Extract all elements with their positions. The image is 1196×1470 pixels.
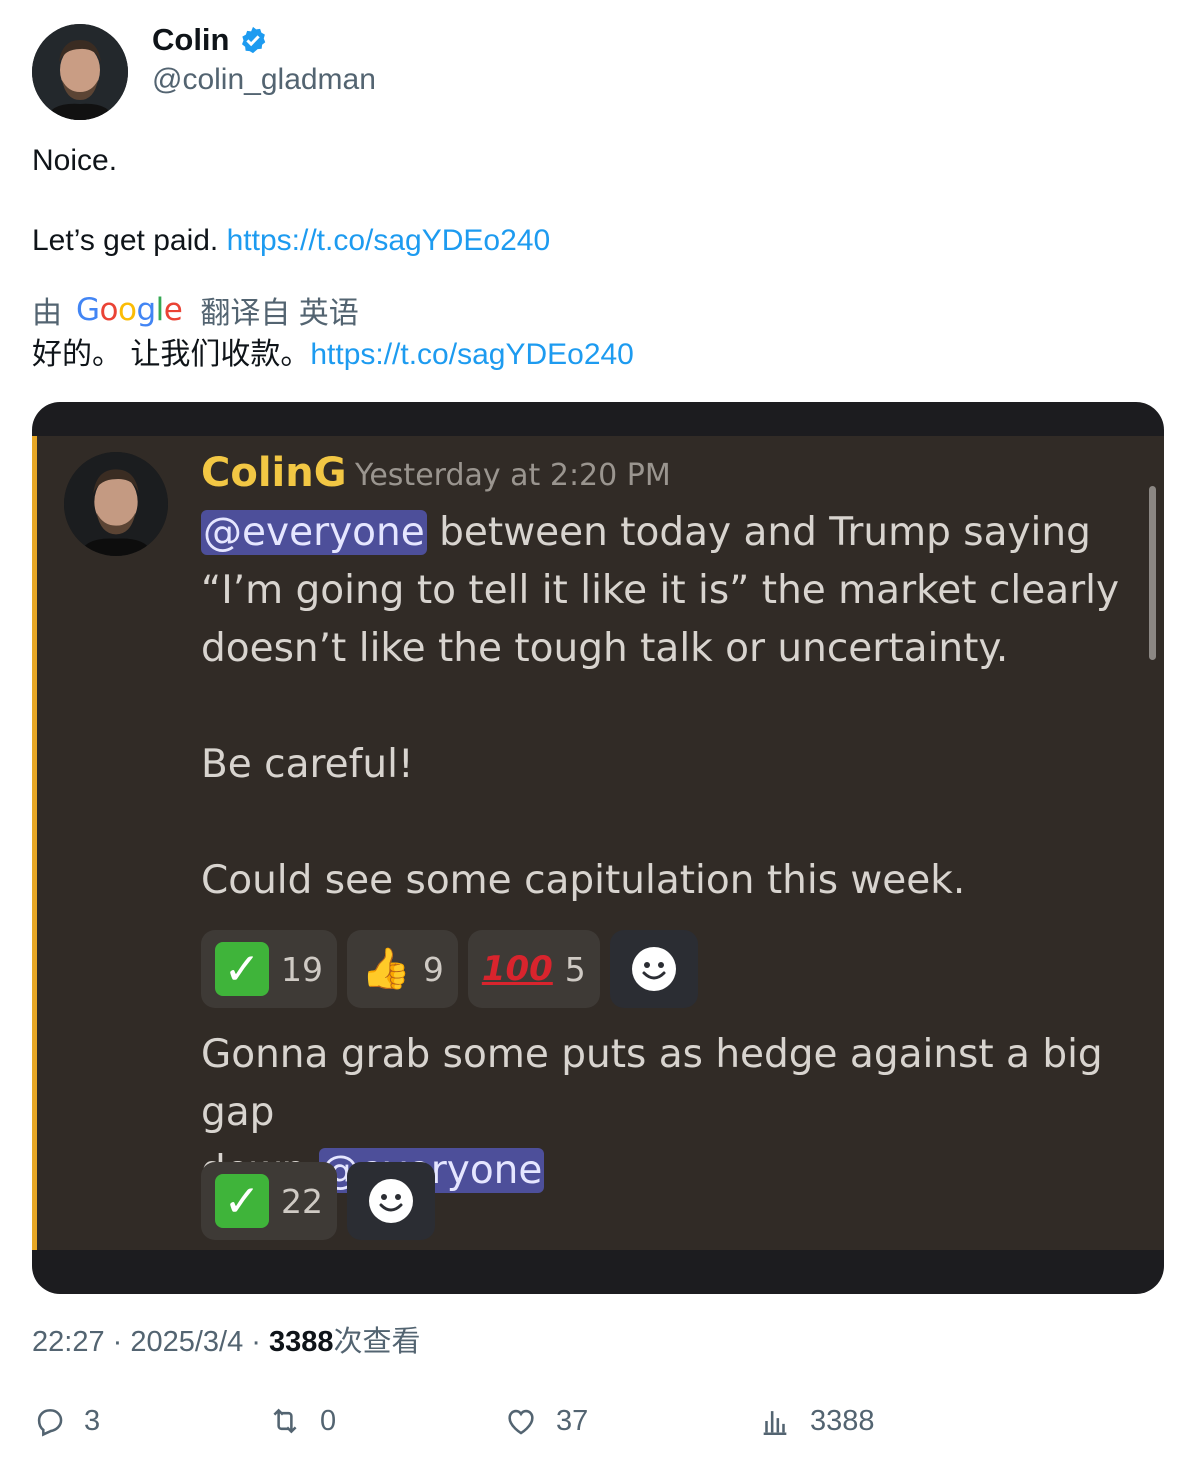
- repost-icon: [273, 1408, 297, 1434]
- translation-prefix: 由: [32, 297, 62, 330]
- tweet-text-line2: Let’s get paid. https://t.co/sagYDEo240: [32, 223, 550, 259]
- reaction-count: 9: [422, 949, 444, 989]
- discord-timestamp: Yesterday at 2:20 PM: [355, 458, 671, 493]
- like-count: 37: [556, 1404, 589, 1437]
- hundred-icon: 100: [481, 949, 553, 989]
- discord-message-panel: ColinG Yesterday at 2:20 PM @everyone be…: [32, 436, 1164, 1250]
- tweet-text-line1: Noice.: [32, 144, 118, 177]
- reaction-check: ✓ 19: [201, 930, 337, 1008]
- action-bar: 3 0 37 3388: [32, 1404, 1164, 1444]
- discord-message-1: @everyone between today and Trump saying…: [201, 504, 1119, 910]
- discord-username: ColinG: [201, 450, 347, 496]
- reaction-count: 19: [281, 949, 323, 989]
- views-action-count: 3388: [810, 1404, 875, 1437]
- reply-icon: [37, 1409, 63, 1437]
- reactions-row-2: ✓ 22: [201, 1162, 435, 1240]
- mention-everyone: @everyone: [201, 510, 427, 555]
- translated-text-row: 好的。 让我们收款。https://t.co/sagYDEo240: [32, 337, 634, 373]
- smiley-icon: [631, 947, 676, 991]
- smiley-icon: [369, 1179, 413, 1223]
- reaction-thumbs-up: 👍 9: [347, 930, 458, 1008]
- bar-chart-icon: [763, 1411, 787, 1436]
- reaction-check: ✓ 22: [201, 1162, 337, 1240]
- discord-avatar-image: [64, 452, 168, 556]
- tweet-text: Let’s get paid.: [32, 224, 219, 257]
- avatar-image: [32, 24, 128, 120]
- reaction-hundred: 100 5: [467, 930, 600, 1008]
- repost-button[interactable]: 0: [268, 1404, 336, 1438]
- translation-attribution: 由 Google 翻译自 英语: [32, 288, 359, 332]
- translated-link[interactable]: https://t.co/sagYDEo240: [310, 338, 634, 371]
- reaction-count: 22: [281, 1181, 323, 1221]
- translation-suffix[interactable]: 翻译自 英语: [200, 288, 358, 332]
- author-name-row[interactable]: Colin: [152, 22, 268, 58]
- add-reaction-button: [347, 1162, 435, 1240]
- check-mark-icon: ✓: [215, 1174, 269, 1228]
- tweet-meta: 22:27 · 2025/3/4 · 3388次查看: [32, 1326, 421, 1358]
- reply-button[interactable]: 3: [32, 1404, 100, 1438]
- tweet-date[interactable]: 2025/3/4: [130, 1326, 243, 1358]
- reactions-row-1: ✓ 19 👍 9 100 5: [201, 930, 698, 1008]
- verified-badge-icon: [241, 26, 265, 54]
- discord-avatar: [64, 452, 168, 556]
- thumbs-up-icon: 👍: [361, 946, 411, 992]
- views-count: 3388: [269, 1326, 334, 1358]
- google-logo-icon: Google: [76, 292, 183, 328]
- like-button[interactable]: 37: [504, 1404, 588, 1438]
- add-reaction-button: [609, 930, 698, 1008]
- views-button[interactable]: 3388: [758, 1404, 875, 1438]
- author-handle[interactable]: @colin_gladman: [152, 63, 376, 97]
- tweet-link[interactable]: https://t.co/sagYDEo240: [227, 224, 551, 257]
- tweet-time[interactable]: 22:27: [32, 1326, 105, 1358]
- reply-count: 3: [84, 1404, 101, 1437]
- scrollbar: [1149, 486, 1156, 660]
- author-name[interactable]: Colin: [152, 22, 230, 58]
- translated-text: 好的。 让我们收款。: [32, 338, 311, 371]
- discord-message-1-text: between today and Trump saying “I’m goin…: [201, 510, 1120, 903]
- author-avatar[interactable]: [32, 24, 128, 120]
- media-card[interactable]: ColinG Yesterday at 2:20 PM @everyone be…: [32, 402, 1164, 1294]
- highlight-bar: [32, 436, 37, 1250]
- views-label: 次查看: [333, 1326, 421, 1358]
- check-mark-icon: ✓: [215, 942, 269, 996]
- repost-count: 0: [320, 1404, 337, 1437]
- reaction-count: 5: [564, 949, 586, 989]
- heart-icon: [508, 1409, 534, 1435]
